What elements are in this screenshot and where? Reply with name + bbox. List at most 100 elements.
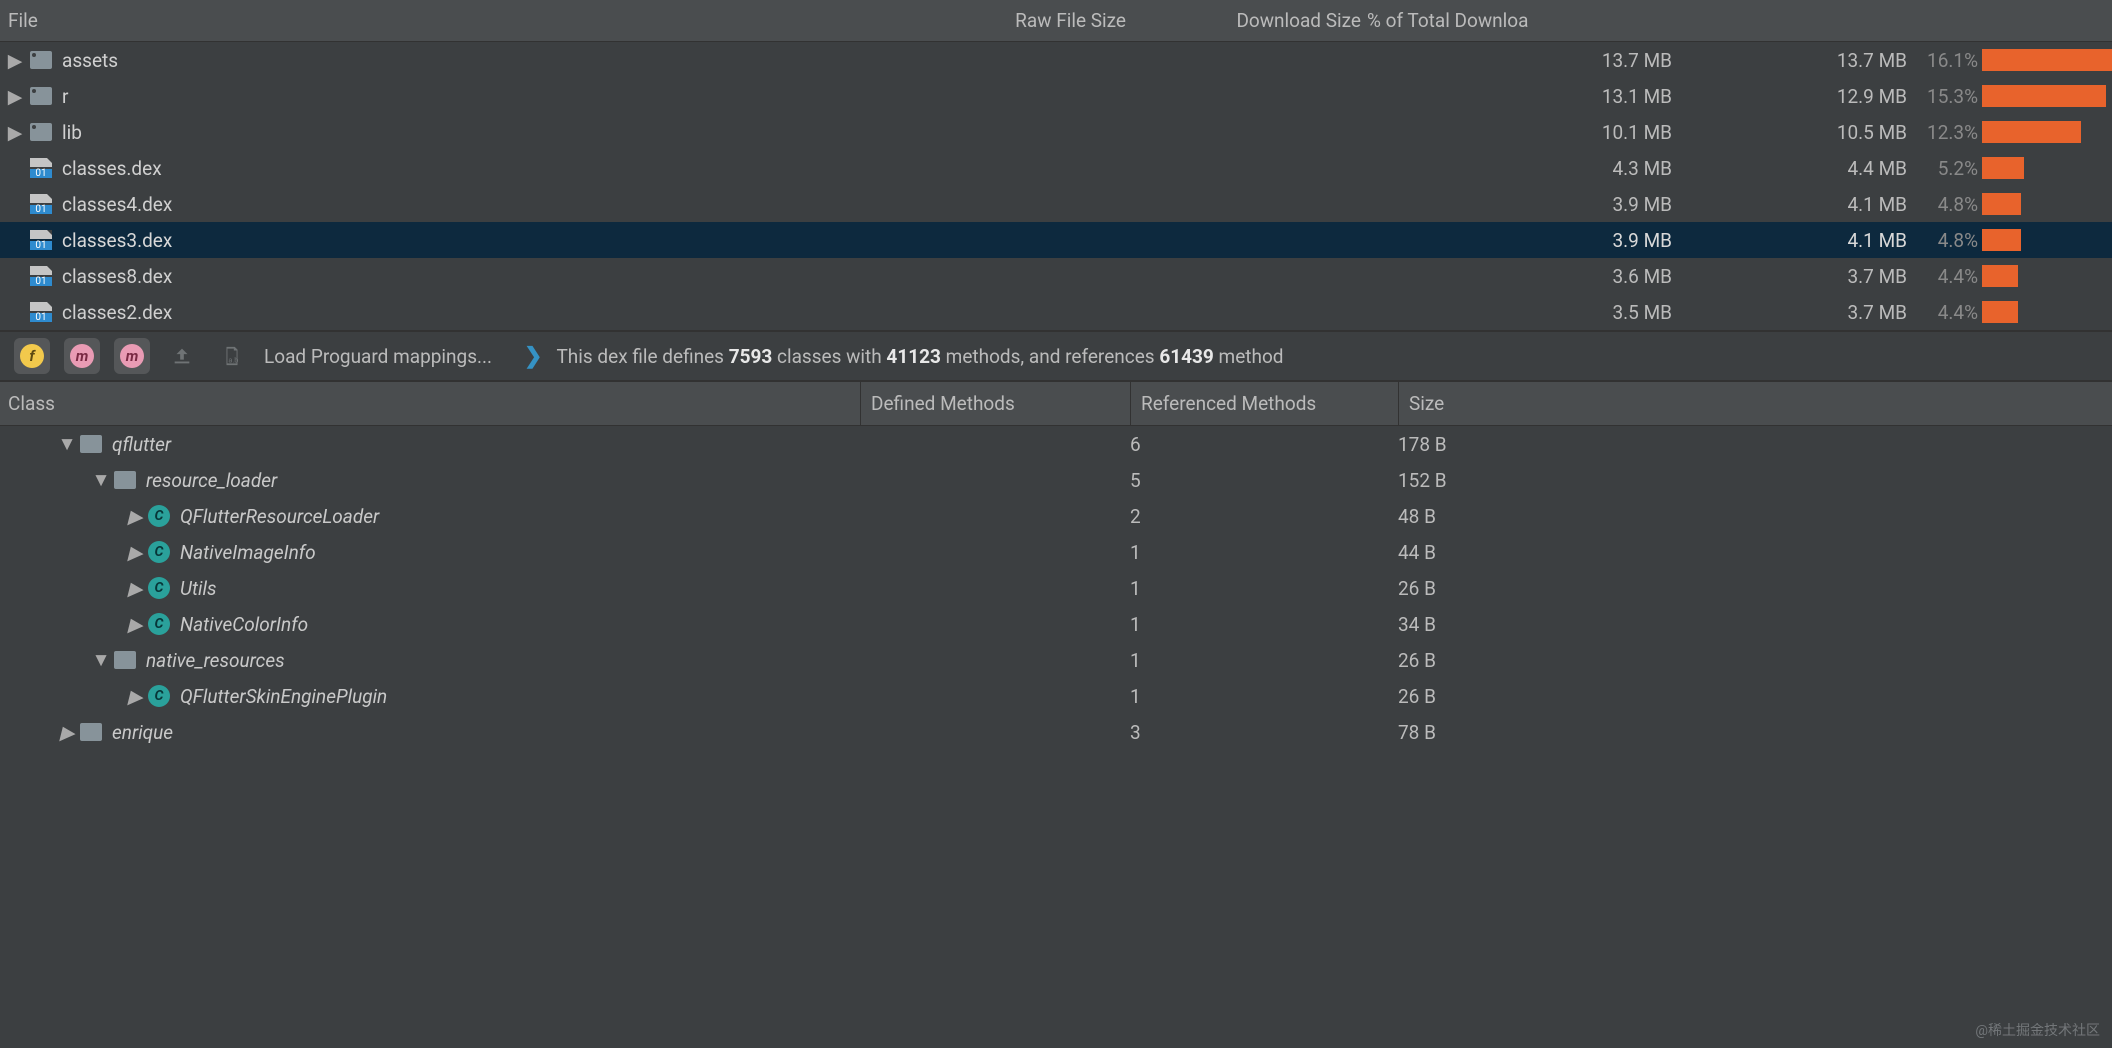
class-size: 26 B: [1398, 685, 2112, 708]
package-icon: [114, 651, 136, 669]
folder-icon: [30, 123, 52, 141]
class-row[interactable]: ▶CUtils126 B: [0, 570, 2112, 606]
pct-label: 16.1%: [1907, 49, 1982, 72]
class-name-label: enrique: [112, 721, 173, 744]
expand-toggle[interactable]: ▼: [54, 432, 80, 456]
file-size-panel: File Raw File Size Download Size % of To…: [0, 0, 2112, 330]
class-size: 26 B: [1398, 577, 2112, 600]
expand-toggle[interactable]: ▶: [122, 505, 148, 528]
header-class[interactable]: Class: [0, 392, 860, 415]
pct-bar: [1982, 265, 2112, 287]
class-row[interactable]: ▼native_resources126 B: [0, 642, 2112, 678]
pct-label: 15.3%: [1907, 85, 1982, 108]
class-icon: C: [148, 613, 170, 635]
class-row[interactable]: ▶ enrique 378 B: [0, 714, 2112, 750]
class-row[interactable]: ▶CNativeImageInfo144 B: [0, 534, 2112, 570]
svg-text:a.b: a.b: [228, 355, 238, 364]
header-raw-size[interactable]: Raw File Size: [900, 9, 1130, 32]
header-file[interactable]: File: [0, 9, 900, 32]
header-pct-total[interactable]: % of Total Downloa: [1365, 9, 2112, 32]
referenced-methods: 1: [1130, 541, 1398, 564]
file-name-label: r: [62, 85, 68, 108]
file-row[interactable]: ▶01classes3.dex3.9 MB4.1 MB4.8%: [0, 222, 2112, 258]
class-icon: C: [148, 505, 170, 527]
class-size: 78 B: [1398, 721, 2112, 744]
download-size: 4.4 MB: [1672, 157, 1907, 180]
expand-toggle[interactable]: ▶: [122, 685, 148, 708]
class-row[interactable]: ▶CQFlutterResourceLoader248 B: [0, 498, 2112, 534]
raw-size: 13.1 MB: [1442, 85, 1672, 108]
class-size: 48 B: [1398, 505, 2112, 528]
download-size: 3.7 MB: [1672, 265, 1907, 288]
referenced-methods: 3: [1130, 721, 1398, 744]
class-size: 34 B: [1398, 613, 2112, 636]
file-name-label: classes4.dex: [62, 193, 172, 216]
file-row[interactable]: ▶lib10.1 MB10.5 MB12.3%: [0, 114, 2112, 150]
dex-file-icon: 01: [30, 230, 52, 250]
pct-bar: [1982, 85, 2112, 107]
referenced-methods: 1: [1130, 649, 1398, 672]
file-row[interactable]: ▶01classes.dex4.3 MB4.4 MB5.2%: [0, 150, 2112, 186]
nav-up-button[interactable]: [164, 338, 200, 374]
class-icon: C: [148, 541, 170, 563]
download-size: 3.7 MB: [1672, 301, 1907, 324]
filter-methods-refs-button[interactable]: m: [114, 338, 150, 374]
expand-toggle[interactable]: ▶: [122, 613, 148, 636]
class-name-label: NativeImageInfo: [180, 541, 316, 564]
pct-bar: [1982, 229, 2112, 251]
class-size: 152 B: [1398, 469, 2112, 492]
pct-bar: [1982, 301, 2112, 323]
filter-fields-button[interactable]: f: [14, 338, 50, 374]
pct-bar: [1982, 193, 2112, 215]
expand-toggle[interactable]: ▶: [122, 577, 148, 600]
folder-icon: [30, 51, 52, 69]
pct-bar: [1982, 49, 2112, 71]
file-name-label: classes2.dex: [62, 301, 172, 324]
package-icon: [80, 723, 102, 741]
class-name-label: NativeColorInfo: [180, 613, 308, 636]
watermark: @稀土掘金技术社区: [1975, 1020, 2100, 1040]
referenced-methods: 6: [1130, 433, 1398, 456]
expand-toggle[interactable]: ▼: [88, 468, 114, 492]
file-row[interactable]: ▶assets13.7 MB13.7 MB16.1%: [0, 42, 2112, 78]
pct-label: 4.4%: [1907, 265, 1982, 288]
refs-count: 61439: [1159, 345, 1214, 368]
expand-toggle[interactable]: ▶: [0, 85, 30, 108]
class-row[interactable]: ▼ resource_loader 5152 B: [0, 462, 2112, 498]
info-icon: ❯: [524, 344, 542, 369]
load-proguard-link[interactable]: Load Proguard mappings...: [264, 345, 492, 368]
filter-methods-button[interactable]: m: [64, 338, 100, 374]
referenced-methods: 1: [1130, 613, 1398, 636]
header-defined-methods[interactable]: Defined Methods: [860, 382, 1130, 425]
expand-toggle[interactable]: ▶: [54, 721, 80, 744]
dex-file-icon: 01: [30, 158, 52, 178]
referenced-methods: 5: [1130, 469, 1398, 492]
nav-up-icon: [171, 345, 193, 367]
header-size[interactable]: Size: [1398, 382, 2112, 425]
file-row[interactable]: ▶01classes4.dex3.9 MB4.1 MB4.8%: [0, 186, 2112, 222]
class-row[interactable]: ▶CQFlutterSkinEnginePlugin126 B: [0, 678, 2112, 714]
class-row[interactable]: ▼qflutter6178 B: [0, 426, 2112, 462]
class-name-label: Utils: [180, 577, 216, 600]
download-size: 4.1 MB: [1672, 229, 1907, 252]
file-row[interactable]: ▶01classes8.dex3.6 MB3.7 MB4.4%: [0, 258, 2112, 294]
classes-count: 7593: [729, 345, 773, 368]
file-row[interactable]: ▶r13.1 MB12.9 MB15.3%: [0, 78, 2112, 114]
class-name-label: QFlutterResourceLoader: [180, 505, 379, 528]
pct-label: 12.3%: [1907, 121, 1982, 144]
class-name-label: resource_loader: [146, 469, 277, 492]
class-row[interactable]: ▶C NativeColorInfo 134 B: [0, 606, 2112, 642]
package-icon: [80, 435, 102, 453]
expand-toggle[interactable]: ▶: [0, 121, 30, 144]
header-download-size[interactable]: Download Size: [1130, 9, 1365, 32]
referenced-methods: 1: [1130, 685, 1398, 708]
raw-size: 3.9 MB: [1442, 229, 1672, 252]
expand-toggle[interactable]: ▶: [122, 541, 148, 564]
expand-toggle[interactable]: ▼: [88, 648, 114, 672]
class-table-body: ▼qflutter6178 B▼resource_loader5152 B▶CQ…: [0, 426, 2112, 750]
raw-size: 3.5 MB: [1442, 301, 1672, 324]
mapping-file-button[interactable]: a.b: [214, 338, 250, 374]
header-referenced-methods[interactable]: Referenced Methods: [1130, 382, 1398, 425]
file-row[interactable]: ▶01classes2.dex3.5 MB3.7 MB4.4%: [0, 294, 2112, 330]
expand-toggle[interactable]: ▶: [0, 49, 30, 72]
